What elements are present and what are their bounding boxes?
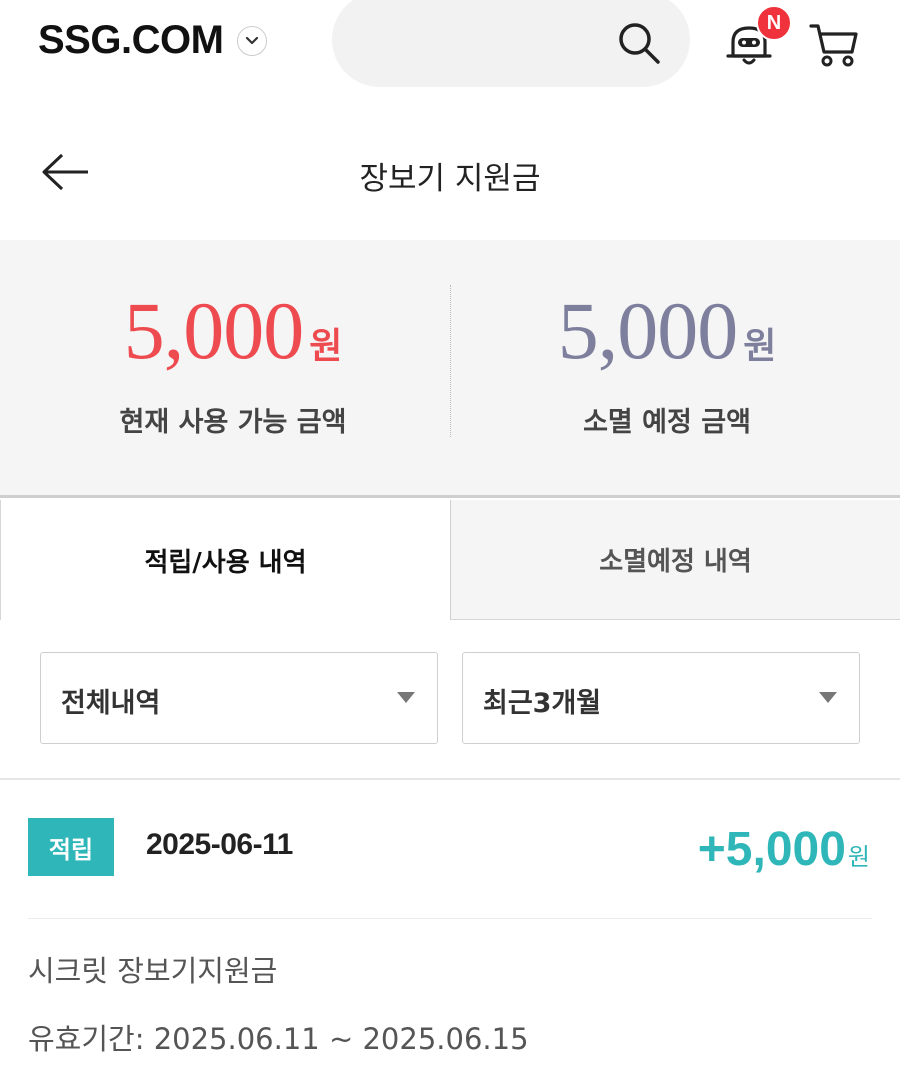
notification-badge: N [756, 5, 792, 41]
cart-icon[interactable] [808, 20, 860, 72]
tab-earn-use-history[interactable]: 적립/사용 내역 [0, 500, 450, 620]
type-filter-value: 전체내역 [61, 688, 161, 719]
available-label: 현재 사용 가능 금액 [119, 407, 347, 438]
logo[interactable]: SSG.COM [38, 18, 224, 63]
type-filter-select[interactable]: 전체내역 [40, 652, 438, 744]
expiring-amount: 5,000 [557, 285, 738, 376]
transaction-amount: +5,000 원 [698, 822, 870, 877]
balance-summary: 5,000 원 현재 사용 가능 금액 5,000 원 소멸 예정 금액 [0, 240, 900, 498]
transaction-date: 2025-06-11 [146, 828, 293, 861]
expiring-unit: 원 [743, 326, 777, 367]
transaction-type-badge: 적립 [28, 818, 114, 876]
page-header: 장보기 지원금 [0, 120, 900, 230]
transaction-amount-value: +5,000 [697, 823, 846, 876]
available-balance: 5,000 원 현재 사용 가능 금액 [8, 290, 458, 439]
available-amount: 5,000 [123, 285, 304, 376]
dropdown-caret-icon [819, 692, 837, 703]
history-tabs: 적립/사용 내역 소멸예정 내역 [0, 500, 900, 620]
divider [28, 918, 872, 919]
transaction-amount-unit: 원 [847, 843, 870, 871]
logo-area[interactable]: SSG.COM [38, 18, 268, 63]
page-title: 장보기 지원금 [359, 161, 541, 197]
transaction-description: 시크릿 장보기지원금 [28, 954, 278, 988]
dropdown-caret-icon [397, 692, 415, 703]
divider [0, 778, 900, 780]
transaction-validity: 유효기간: 2025.06.11 ~ 2025.06.15 [28, 1022, 529, 1056]
expiring-balance: 5,000 원 소멸 예정 금액 [442, 290, 892, 439]
search-input[interactable] [332, 0, 690, 87]
expiring-label: 소멸 예정 금액 [583, 407, 751, 438]
available-unit: 원 [309, 326, 343, 367]
chevron-down-icon[interactable] [237, 25, 268, 56]
search-icon[interactable] [616, 20, 662, 70]
period-filter-value: 최근3개월 [483, 688, 602, 719]
tab-expiring-history[interactable]: 소멸예정 내역 [450, 500, 900, 620]
top-bar: SSG.COM N [0, 0, 900, 90]
period-filter-select[interactable]: 최근3개월 [462, 652, 860, 744]
